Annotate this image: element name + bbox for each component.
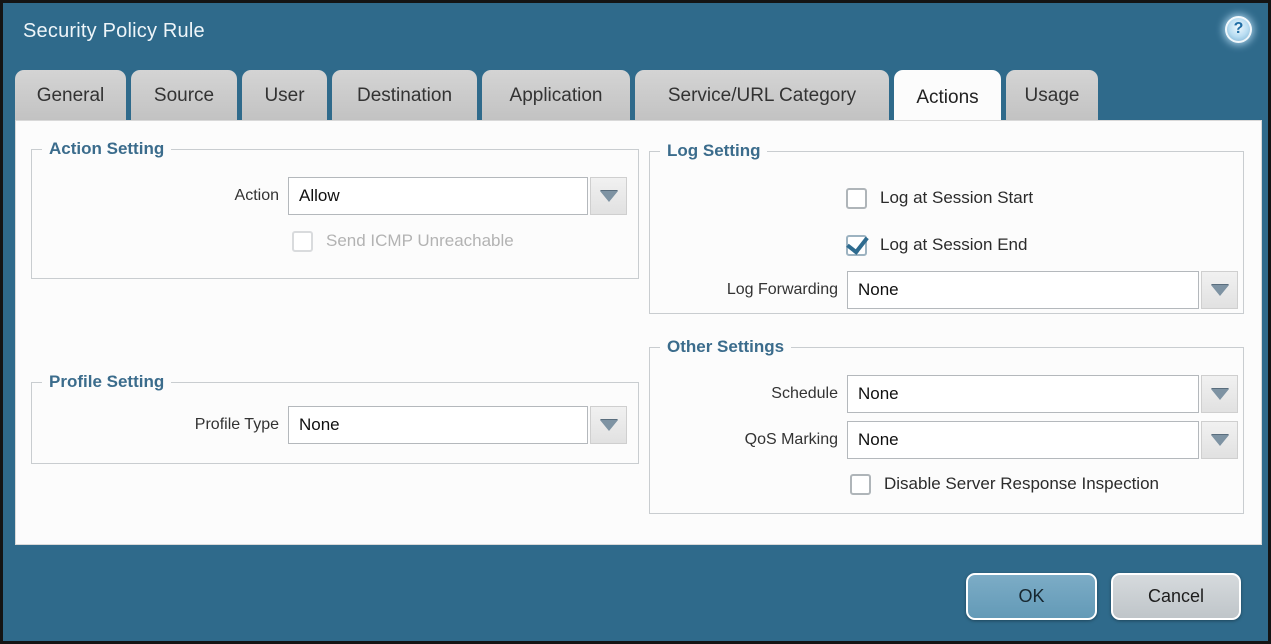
- schedule-dropdown-button[interactable]: [1201, 375, 1238, 413]
- action-select: Allow: [288, 177, 627, 215]
- action-dropdown-button[interactable]: [590, 177, 627, 215]
- tab-usage[interactable]: Usage: [1006, 70, 1098, 121]
- schedule-select: None: [847, 375, 1238, 413]
- tab-user[interactable]: User: [242, 70, 327, 121]
- chevron-down-icon: [600, 191, 618, 202]
- send-icmp-checkbox: [292, 231, 313, 252]
- disable-server-response-inspection-label: Disable Server Response Inspection: [884, 474, 1159, 494]
- qos-marking-select: None: [847, 421, 1238, 459]
- tab-source[interactable]: Source: [131, 70, 237, 121]
- chevron-down-icon: [1211, 389, 1229, 400]
- log-setting-legend: Log Setting: [660, 141, 767, 161]
- qos-marking-dropdown-button[interactable]: [1201, 421, 1238, 459]
- qos-marking-label: QoS Marking: [650, 431, 847, 449]
- action-select-value[interactable]: Allow: [288, 177, 588, 215]
- help-icon[interactable]: ?: [1225, 16, 1252, 43]
- log-forwarding-row: Log Forwarding None: [650, 271, 1238, 309]
- schedule-row: Schedule None: [650, 375, 1238, 413]
- action-setting-group: Action Setting Action Allow Send ICMP Un…: [31, 149, 639, 279]
- log-session-end-row: Log at Session End: [846, 233, 1027, 257]
- chevron-down-icon: [1211, 435, 1229, 446]
- log-forwarding-dropdown-button[interactable]: [1201, 271, 1238, 309]
- log-at-session-start-label: Log at Session Start: [880, 188, 1033, 208]
- send-icmp-row: Send ICMP Unreachable: [292, 229, 514, 253]
- content-panel: Action Setting Action Allow Send ICMP Un…: [15, 120, 1262, 545]
- log-forwarding-select-value[interactable]: None: [847, 271, 1199, 309]
- profile-type-row: Profile Type None: [33, 406, 627, 444]
- chevron-down-icon: [1211, 285, 1229, 296]
- log-at-session-start-checkbox[interactable]: [846, 188, 867, 209]
- log-session-start-row: Log at Session Start: [846, 186, 1033, 210]
- security-policy-rule-dialog: Security Policy Rule ? General Source Us…: [0, 0, 1271, 644]
- cancel-button[interactable]: Cancel: [1111, 573, 1241, 620]
- disable-server-response-inspection-checkbox[interactable]: [850, 474, 871, 495]
- log-setting-group: Log Setting Log at Session Start Log at …: [649, 151, 1244, 314]
- tab-destination[interactable]: Destination: [332, 70, 477, 121]
- log-forwarding-select: None: [847, 271, 1238, 309]
- dialog-title: Security Policy Rule: [23, 20, 205, 43]
- schedule-select-value[interactable]: None: [847, 375, 1199, 413]
- profile-type-dropdown-button[interactable]: [590, 406, 627, 444]
- profile-type-label: Profile Type: [33, 416, 288, 434]
- qos-marking-row: QoS Marking None: [650, 421, 1238, 459]
- profile-type-select: None: [288, 406, 627, 444]
- ok-button[interactable]: OK: [966, 573, 1097, 620]
- schedule-label: Schedule: [650, 385, 847, 403]
- tab-bar: General Source User Destination Applicat…: [15, 70, 1098, 126]
- log-forwarding-label: Log Forwarding: [650, 281, 847, 299]
- chevron-down-icon: [600, 420, 618, 431]
- tab-application[interactable]: Application: [482, 70, 630, 121]
- send-icmp-label: Send ICMP Unreachable: [326, 231, 514, 251]
- qos-marking-select-value[interactable]: None: [847, 421, 1199, 459]
- action-label: Action: [33, 187, 288, 205]
- action-setting-legend: Action Setting: [42, 139, 171, 159]
- tab-actions[interactable]: Actions: [894, 70, 1001, 126]
- profile-setting-legend: Profile Setting: [42, 372, 171, 392]
- tab-general[interactable]: General: [15, 70, 126, 121]
- other-settings-legend: Other Settings: [660, 337, 791, 357]
- action-row: Action Allow: [33, 177, 627, 215]
- other-settings-group: Other Settings Schedule None QoS Marking…: [649, 347, 1244, 514]
- profile-type-select-value[interactable]: None: [288, 406, 588, 444]
- tab-service-url-category[interactable]: Service/URL Category: [635, 70, 889, 121]
- log-at-session-end-checkbox[interactable]: [846, 235, 867, 256]
- log-at-session-end-label: Log at Session End: [880, 235, 1027, 255]
- dsri-row: Disable Server Response Inspection: [850, 472, 1159, 496]
- profile-setting-group: Profile Setting Profile Type None: [31, 382, 639, 464]
